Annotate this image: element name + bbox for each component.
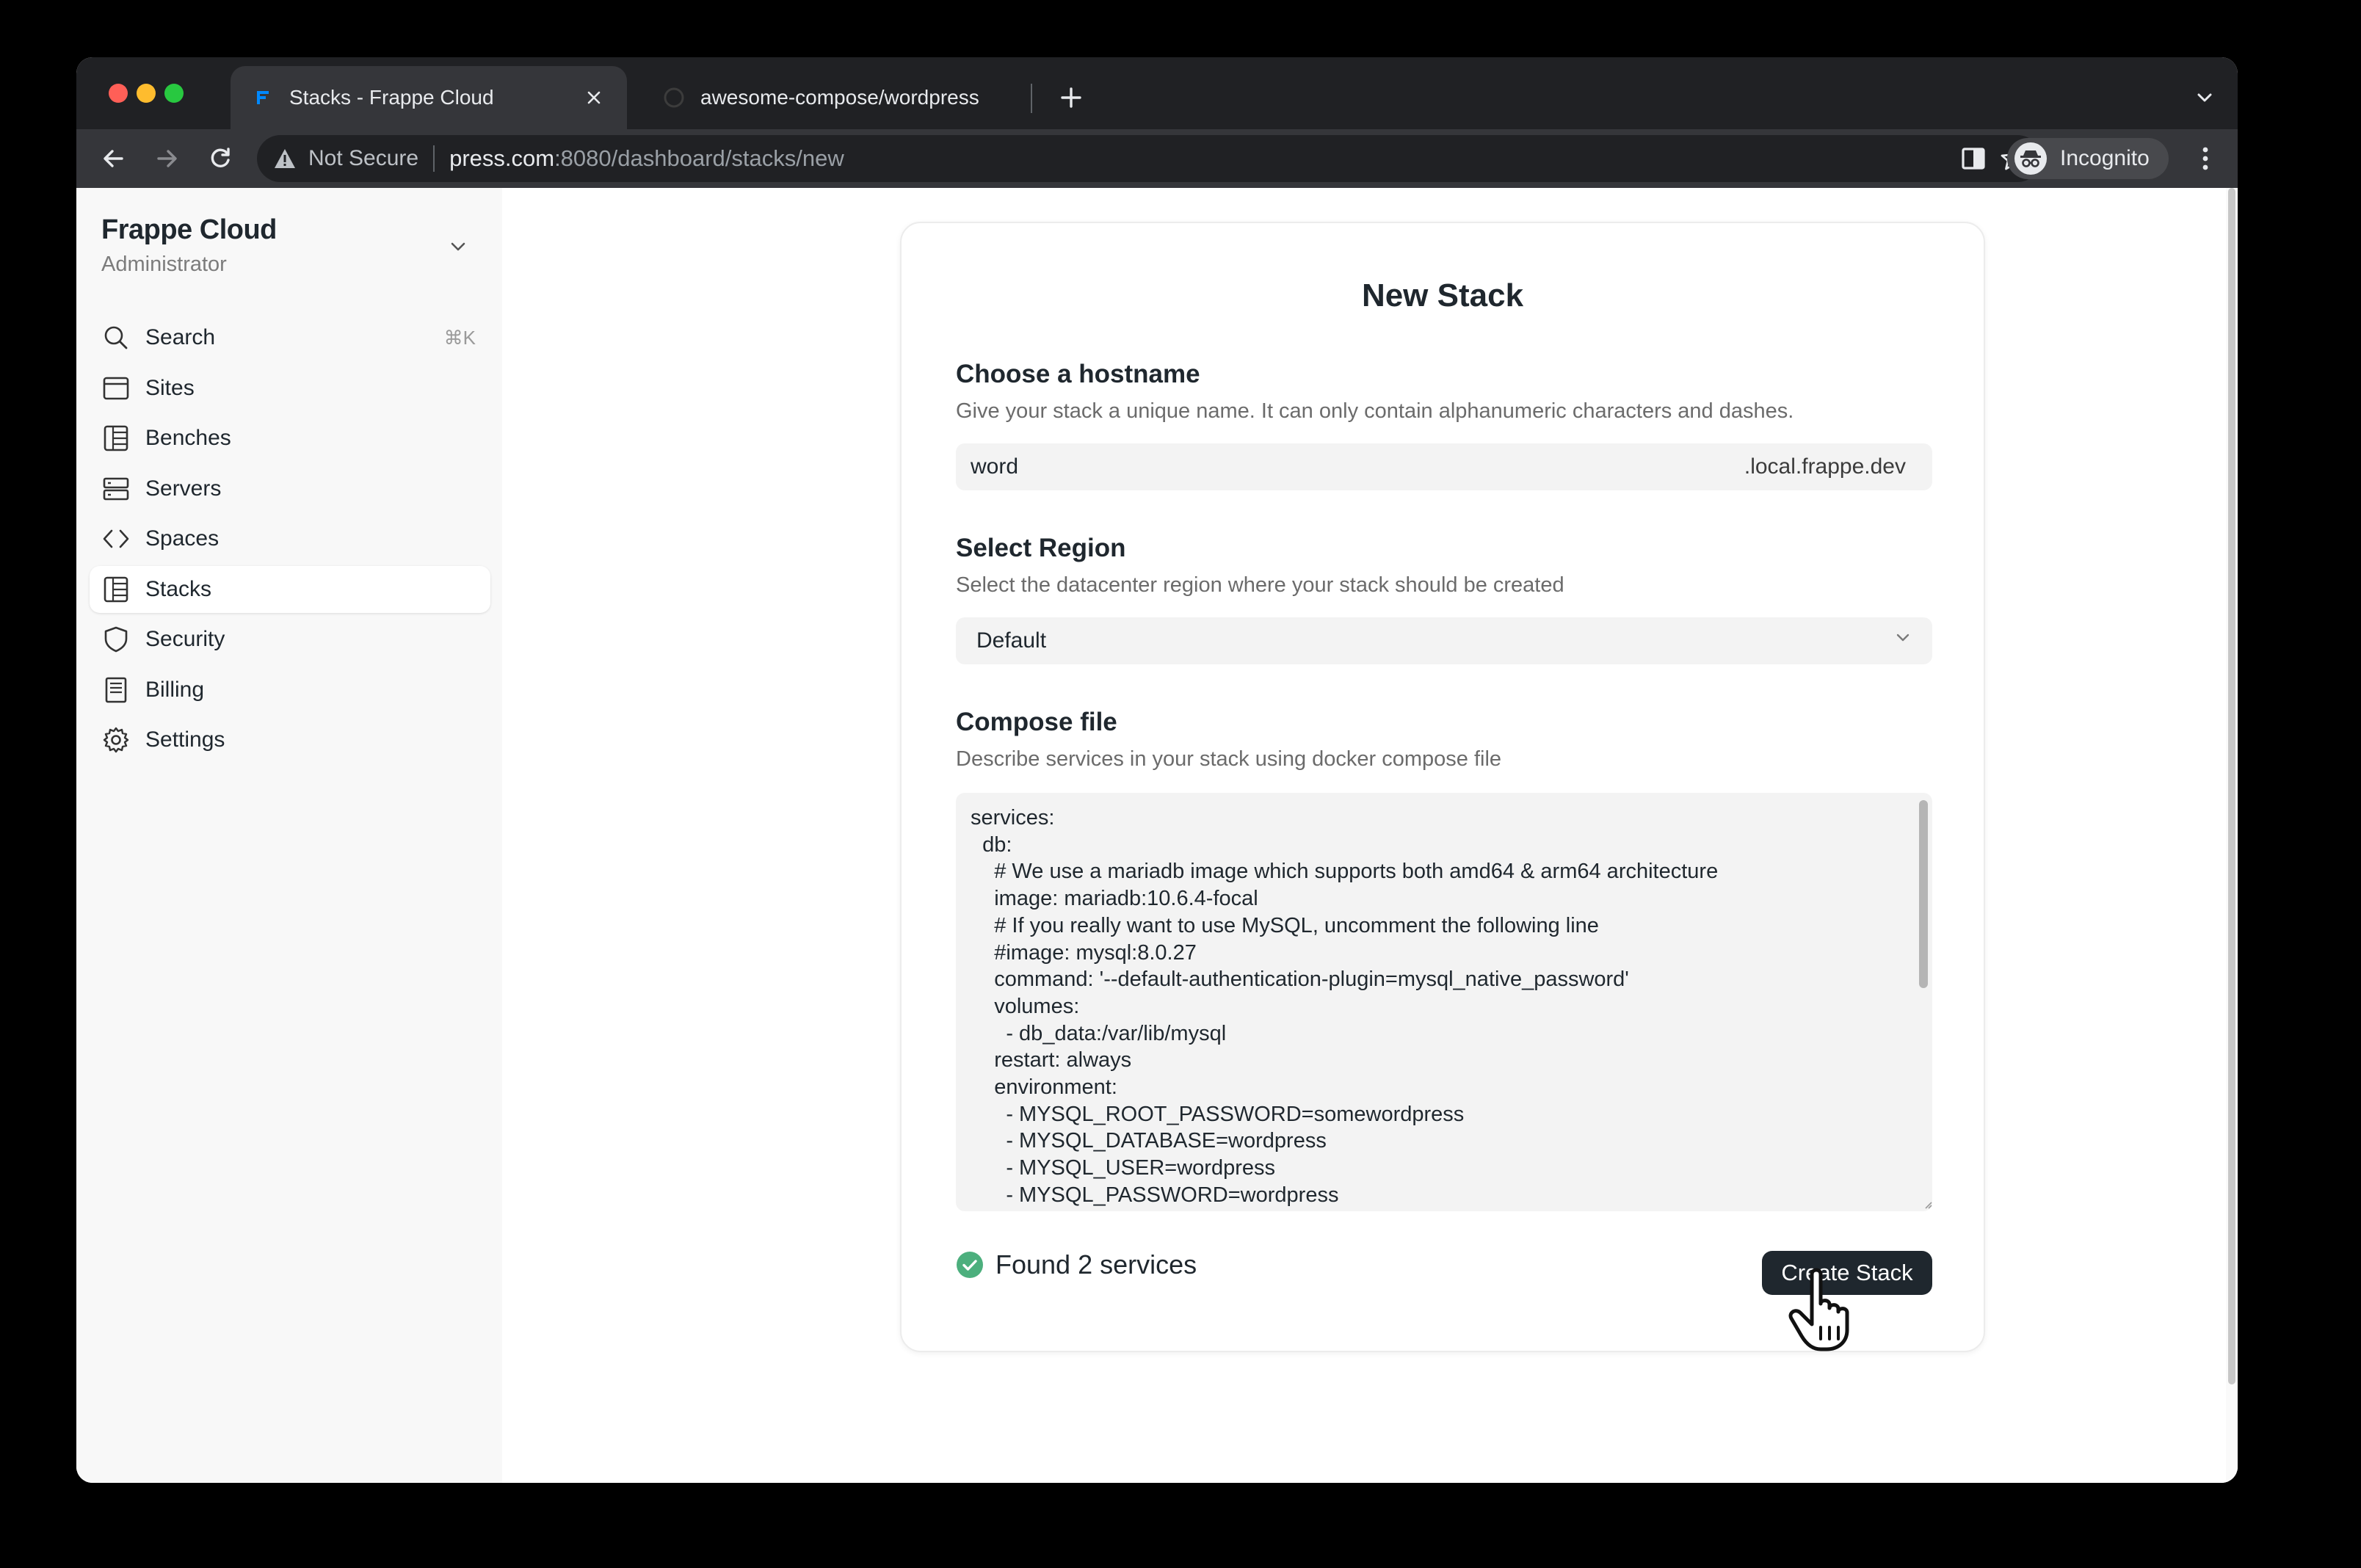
- github-favicon-icon: [664, 87, 684, 108]
- region-select[interactable]: Default: [956, 617, 1932, 664]
- sidebar-item-servers[interactable]: Servers: [90, 465, 490, 512]
- sidebar-item-spaces[interactable]: Spaces: [90, 515, 490, 562]
- tab-search-chevron-icon[interactable]: [2188, 81, 2222, 115]
- sidebar-item-sites[interactable]: Sites: [90, 365, 490, 412]
- browser-menu-icon[interactable]: [2188, 141, 2223, 176]
- grid-icon: [101, 424, 131, 453]
- hand-pointer-cursor-icon: [1788, 1268, 1849, 1351]
- url-text[interactable]: press.com:8080/dashboard/stacks/new: [449, 145, 844, 172]
- incognito-label: Incognito: [2060, 146, 2150, 170]
- sidebar-item-label: Benches: [145, 426, 231, 450]
- web-page: Frappe Cloud Administrator Search ⌘K Sit…: [76, 188, 2238, 1483]
- url-host: press.com: [449, 145, 555, 171]
- window-close-button[interactable]: [109, 84, 128, 103]
- hostname-value: word: [971, 454, 1019, 479]
- url-path: :8080/dashboard/stacks/new: [554, 145, 844, 171]
- main-content: New Stack Choose a hostname Give your st…: [502, 188, 2238, 1483]
- address-bar[interactable]: Not Secure press.com:8080/dashboard/stac…: [257, 135, 2041, 182]
- receipt-icon: [101, 675, 131, 705]
- sidebar-item-label: Sites: [145, 375, 195, 400]
- incognito-profile-button[interactable]: Incognito: [2007, 138, 2169, 179]
- search-shortcut: ⌘K: [443, 326, 476, 349]
- shield-icon: [101, 625, 131, 654]
- compose-scrollbar-thumb[interactable]: [1919, 800, 1928, 988]
- new-stack-card: New Stack Choose a hostname Give your st…: [900, 222, 1985, 1352]
- compose-label: Compose file: [956, 708, 1117, 736]
- region-label: Select Region: [956, 534, 1126, 562]
- new-tab-plus-icon[interactable]: [1053, 79, 1089, 116]
- sidebar-item-stacks[interactable]: Stacks: [90, 565, 490, 613]
- window-zoom-button[interactable]: [164, 84, 184, 103]
- tab-separator: [1031, 84, 1032, 113]
- tab-stacks[interactable]: Stacks - Frappe Cloud: [231, 66, 627, 129]
- check-circle-icon: [957, 1252, 983, 1278]
- sidebar-item-label: Search: [145, 325, 216, 349]
- sidebar-nav: Search ⌘K Sites Benches Servers Spaces S…: [90, 314, 490, 767]
- sidebar-item-billing[interactable]: Billing: [90, 667, 490, 714]
- server-icon: [101, 474, 131, 504]
- hostname-label: Choose a hostname: [956, 360, 1200, 388]
- region-selected-value: Default: [976, 628, 1047, 653]
- hostname-description: Give your stack a unique name. It can on…: [956, 399, 1794, 423]
- compose-description: Describe services in your stack using do…: [956, 747, 1502, 771]
- sidebar-item-label: Spaces: [145, 526, 220, 551]
- page-scrollbar-thumb[interactable]: [2228, 188, 2235, 1384]
- sidebar-item-label: Stacks: [145, 576, 212, 601]
- back-arrow-icon[interactable]: [95, 141, 131, 176]
- sidebar-item-settings[interactable]: Settings: [90, 716, 490, 763]
- code-icon: [101, 524, 131, 553]
- page-title: New Stack: [1361, 277, 1524, 313]
- not-secure-label[interactable]: Not Secure: [308, 146, 418, 171]
- services-status-text: Found 2 services: [995, 1249, 1197, 1280]
- brand-name[interactable]: Frappe Cloud: [101, 214, 277, 246]
- sidebar-item-label: Billing: [145, 677, 205, 702]
- sidebar-item-label: Servers: [145, 476, 222, 501]
- services-status: Found 2 services: [956, 1249, 1197, 1280]
- browser-toolbar: Not Secure press.com:8080/dashboard/stac…: [76, 129, 2238, 188]
- tab-title: Stacks - Frappe Cloud: [289, 86, 494, 109]
- hostname-input[interactable]: word .local.frappe.dev: [956, 443, 1932, 490]
- browser-window: Stacks - Frappe Cloud awesome-compose/wo…: [76, 57, 2238, 1483]
- tab-awesome-compose[interactable]: awesome-compose/wordpress: [642, 66, 1111, 129]
- side-panel-icon[interactable]: [1956, 141, 1991, 176]
- sidebar-item-label: Settings: [145, 727, 225, 752]
- account-chevron-down-icon[interactable]: [443, 232, 473, 261]
- forward-arrow-icon[interactable]: [150, 141, 185, 176]
- sidebar-item-search[interactable]: Search ⌘K: [90, 314, 490, 361]
- window-minimize-button[interactable]: [137, 84, 156, 103]
- resize-grip-icon[interactable]: [1923, 1199, 1932, 1209]
- region-description: Select the datacenter region where your …: [956, 573, 1564, 597]
- warning-triangle-icon[interactable]: [272, 145, 298, 172]
- incognito-icon: [2014, 142, 2047, 175]
- sidebar-item-security[interactable]: Security: [90, 616, 490, 663]
- chevron-down-icon: [1893, 628, 1913, 654]
- reload-icon[interactable]: [203, 141, 238, 176]
- hostname-suffix: .local.frappe.dev: [1744, 454, 1906, 479]
- browser-icon: [101, 374, 131, 403]
- sidebar-item-label: Security: [145, 627, 225, 651]
- frappe-favicon-icon: [253, 87, 273, 108]
- user-role: Administrator: [101, 253, 227, 276]
- grid-icon: [101, 575, 131, 604]
- address-divider: [433, 145, 435, 172]
- page-scrollbar[interactable]: [2226, 188, 2238, 1483]
- search-icon: [101, 323, 131, 352]
- tab-close-icon[interactable]: [583, 87, 605, 109]
- sidebar: Frappe Cloud Administrator Search ⌘K Sit…: [76, 188, 502, 1483]
- tab-strip: Stacks - Frappe Cloud awesome-compose/wo…: [76, 57, 2238, 129]
- compose-file-textarea[interactable]: services: db: # We use a mariadb image w…: [956, 793, 1932, 1211]
- sidebar-item-benches[interactable]: Benches: [90, 415, 490, 462]
- gear-icon: [101, 725, 131, 755]
